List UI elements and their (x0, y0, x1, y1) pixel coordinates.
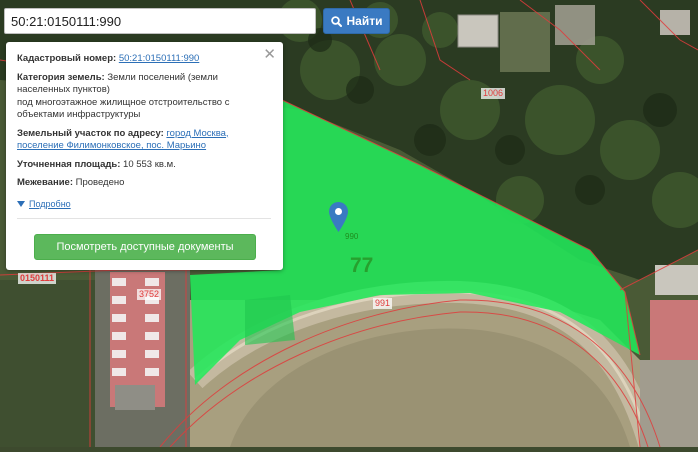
map-pin-icon[interactable] (329, 202, 348, 232)
address-label: Земельный участок по адресу: (17, 127, 164, 139)
category-value-1: Земли поселений (земли (107, 71, 218, 83)
search-input[interactable] (4, 8, 316, 34)
cadastral-row: Кадастровый номер: 50:21:0150111:990 (17, 53, 271, 66)
search-button-label: Найти (346, 14, 383, 28)
parcel-label-3752: 3752 (137, 289, 162, 300)
cadastral-link[interactable]: 50:21:0150111:990 (119, 53, 199, 64)
close-icon[interactable]: ✕ (263, 47, 276, 62)
details-toggle-label: Подробно (29, 198, 71, 209)
parcel-label-1006: 1006 (481, 88, 506, 99)
category-value-3: под многоэтажное жилищное отстроительств… (17, 96, 230, 108)
category-label: Категория земель: (17, 71, 105, 83)
area-value: 10 553 кв.м. (123, 158, 176, 170)
search-button[interactable]: Найти (323, 8, 390, 34)
area-label: Уточненная площадь: (17, 158, 121, 170)
survey-row: Межевание: Проведено (17, 177, 271, 190)
category-row: Категория земель: Земли поселений (земли… (17, 72, 271, 122)
address-link-city[interactable]: город Москва, (166, 128, 228, 139)
parcel-label-991: 991 (373, 298, 393, 309)
area-row: Уточненная площадь: 10 553 кв.м. (17, 159, 271, 172)
survey-label: Межевание: (17, 177, 73, 188)
address-link-settlement[interactable]: поселение Филимонковское, пос. Марьино (17, 140, 206, 151)
parcel-info-popup: ✕ Кадастровый номер: 50:21:0150111:990 К… (6, 42, 283, 270)
search-icon (330, 15, 342, 27)
category-value-2: населенных пунктов) (17, 84, 110, 95)
survey-value: Проведено (75, 177, 125, 188)
quarter-label: 0150111 (18, 273, 57, 284)
cadastral-label: Кадастровый номер: (17, 53, 117, 64)
pin-label: 990 (345, 232, 359, 241)
category-value-4: объектами инфраструктуры (17, 109, 141, 120)
popup-divider (17, 218, 271, 219)
block-label: 77 (350, 254, 374, 277)
address-row: Земельный участок по адресу: город Москв… (17, 128, 271, 153)
details-toggle[interactable]: Подробно (17, 198, 271, 211)
caret-down-icon (17, 200, 25, 207)
view-documents-button[interactable]: Посмотреть доступные документы (34, 234, 256, 260)
